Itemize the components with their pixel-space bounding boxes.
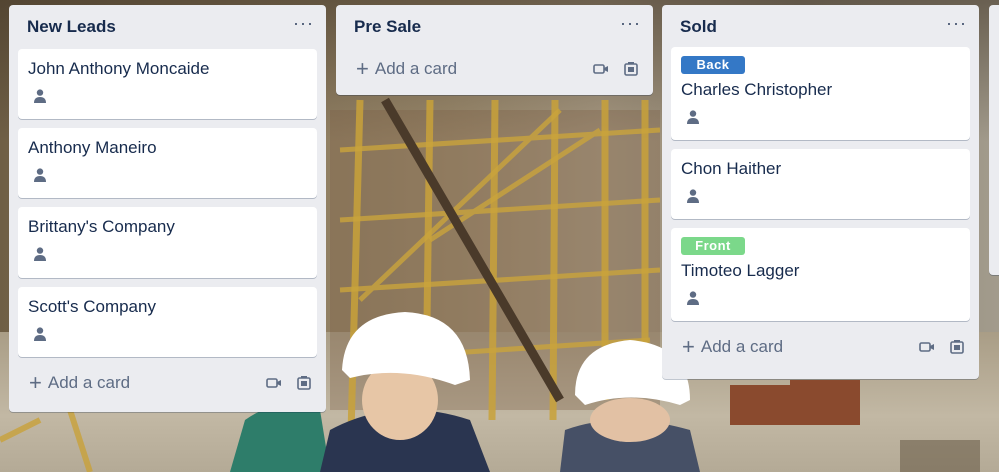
list-header: Pre Sale ··· <box>336 5 653 49</box>
card-list: John Anthony Moncaide Anthony Maneiro Br… <box>9 49 326 357</box>
card-label-front: Front <box>681 237 745 255</box>
list-title[interactable]: Pre Sale <box>354 17 421 37</box>
person-icon <box>687 189 699 203</box>
video-icon[interactable] <box>919 341 935 353</box>
card-badges <box>28 80 307 112</box>
add-card-button[interactable]: Add a card <box>701 337 919 357</box>
card-badges <box>28 318 307 350</box>
card-label-back: Back <box>681 56 745 74</box>
list-title[interactable]: New Leads <box>27 17 116 37</box>
card-title: Charles Christopher <box>681 80 833 99</box>
card-badges <box>681 180 960 212</box>
card-template-icon[interactable] <box>623 61 639 77</box>
card-title: Timoteo Lagger <box>681 261 800 280</box>
list-menu-button[interactable]: ··· <box>293 14 314 40</box>
list-sold: Sold ··· Back Charles Christopher Chon H… <box>662 5 979 379</box>
card-title: Brittany's Company <box>28 217 175 236</box>
list-next-partial[interactable] <box>989 5 999 275</box>
add-card-row: + Add a card <box>336 52 653 86</box>
add-card-button[interactable]: Add a card <box>48 373 266 393</box>
person-icon <box>687 110 699 124</box>
card[interactable]: Chon Haither <box>671 149 970 219</box>
card-title: Chon Haither <box>681 159 782 178</box>
list-menu-button[interactable]: ··· <box>946 14 967 40</box>
card[interactable]: Brittany's Company <box>18 207 317 278</box>
list-new-leads: New Leads ··· John Anthony Moncaide Anth… <box>9 5 326 412</box>
card-template-icon[interactable] <box>949 339 965 355</box>
card-title: Scott's Company <box>28 297 156 316</box>
video-icon[interactable] <box>593 63 609 75</box>
card-badges <box>28 159 307 191</box>
person-icon <box>34 327 46 341</box>
person-icon <box>34 89 46 103</box>
card-title: Anthony Maneiro <box>28 138 157 157</box>
add-card-row: + Add a card <box>9 366 326 400</box>
card-badges <box>28 238 307 270</box>
person-icon <box>34 168 46 182</box>
plus-icon[interactable]: + <box>682 336 695 358</box>
card[interactable]: Back Charles Christopher <box>671 47 970 140</box>
add-card-row: + Add a card <box>662 330 979 364</box>
person-icon <box>34 247 46 261</box>
card-badges <box>681 101 960 133</box>
plus-icon[interactable]: + <box>356 58 369 80</box>
card-title: John Anthony Moncaide <box>28 59 210 78</box>
card-list: Back Charles Christopher Chon Haither Fr… <box>662 47 979 321</box>
card[interactable]: Scott's Company <box>18 287 317 357</box>
card[interactable]: John Anthony Moncaide <box>18 49 317 119</box>
list-header: Sold ··· <box>662 5 979 49</box>
add-card-button[interactable]: Add a card <box>375 59 593 79</box>
card-badges <box>681 282 960 314</box>
plus-icon[interactable]: + <box>29 372 42 394</box>
card[interactable]: Anthony Maneiro <box>18 128 317 198</box>
card-template-icon[interactable] <box>296 375 312 391</box>
list-pre-sale: Pre Sale ··· + Add a card <box>336 5 653 95</box>
list-header: New Leads ··· <box>9 5 326 49</box>
person-icon <box>687 291 699 305</box>
list-menu-button[interactable]: ··· <box>620 14 641 40</box>
video-icon[interactable] <box>266 377 282 389</box>
list-title[interactable]: Sold <box>680 17 717 37</box>
card[interactable]: Front Timoteo Lagger <box>671 228 970 321</box>
